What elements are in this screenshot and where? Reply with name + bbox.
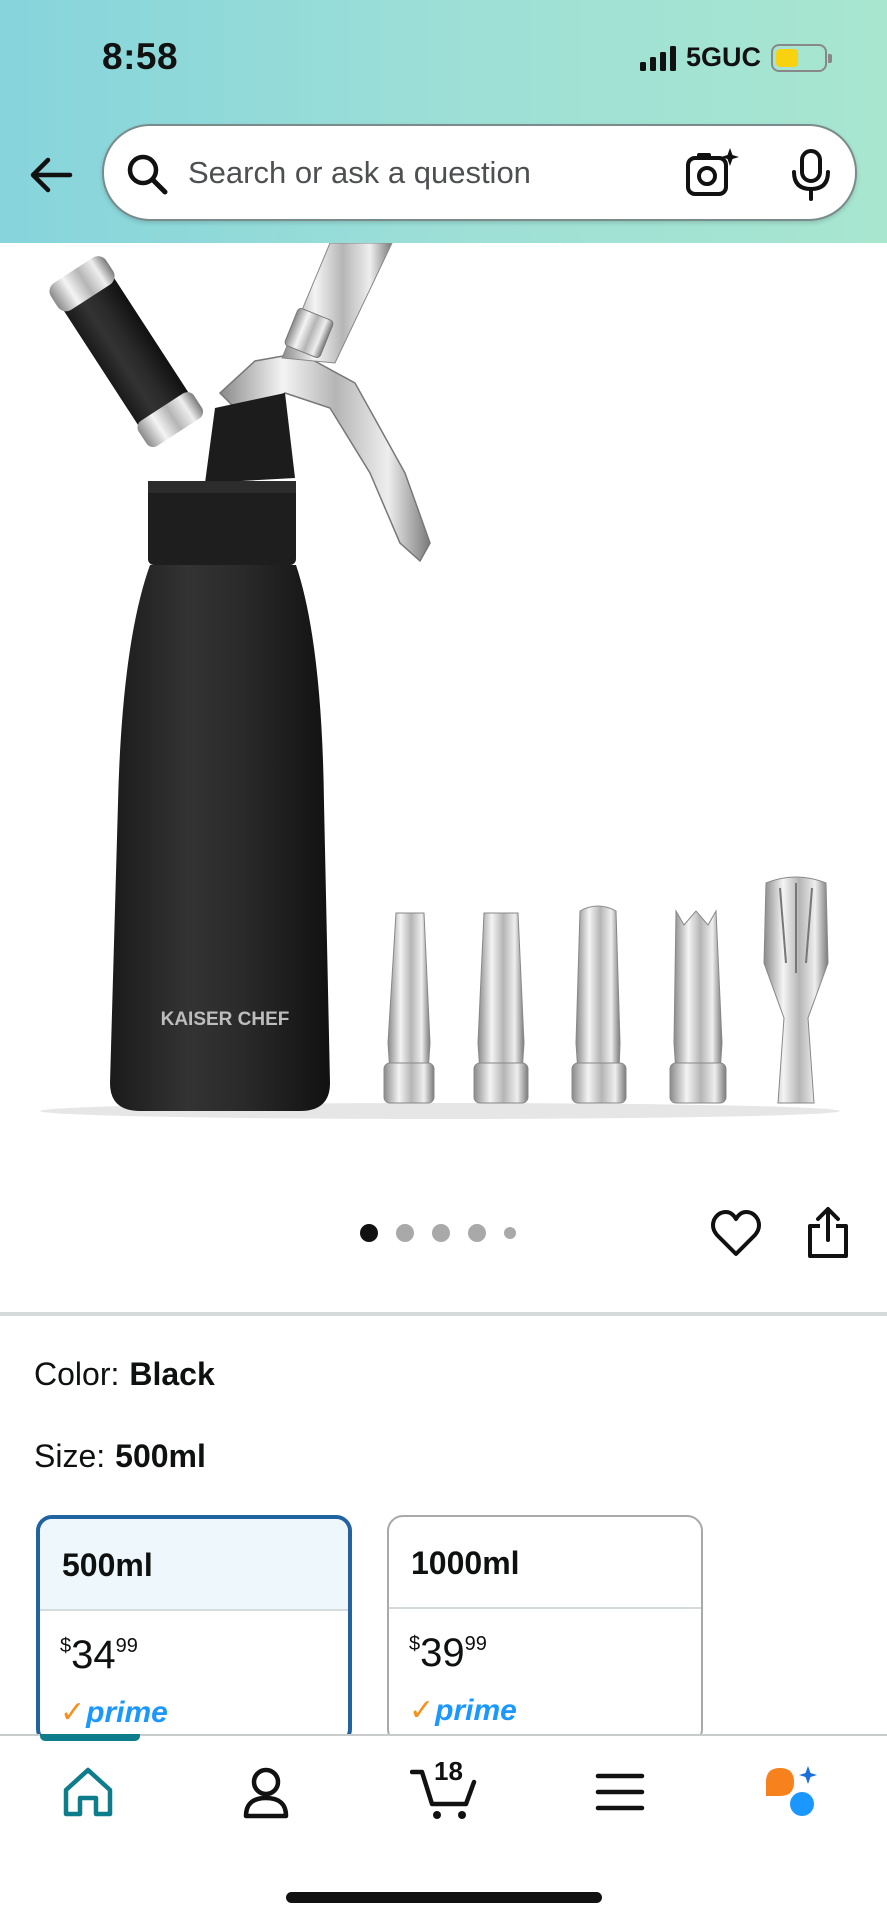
arrow-left-icon[interactable] — [26, 150, 76, 200]
rufus-chat-icon[interactable] — [762, 1762, 822, 1822]
camera-sparkle-icon[interactable] — [684, 146, 740, 202]
size-option-price: $3499 — [60, 1633, 138, 1677]
size-option-price: $3999 — [409, 1631, 487, 1675]
size-selection: Size: 500ml — [34, 1438, 206, 1475]
image-carousel-indicator[interactable] — [360, 1224, 516, 1242]
product-image: KAISER CHEF — [40, 243, 840, 1119]
section-divider — [0, 1312, 887, 1316]
signal-icon — [639, 45, 676, 71]
battery-icon — [771, 43, 832, 72]
home-icon[interactable] — [58, 1762, 118, 1822]
carousel-dot[interactable] — [432, 1224, 450, 1242]
status-indicators: 5GUC — [639, 42, 832, 73]
search-icon — [127, 154, 168, 195]
person-icon[interactable] — [236, 1762, 296, 1822]
color-label: Color: — [34, 1356, 120, 1392]
home-indicator — [286, 1892, 602, 1903]
size-option-name: 1000ml — [389, 1517, 701, 1609]
carousel-dot[interactable] — [468, 1224, 486, 1242]
color-selection: Color: Black — [34, 1356, 215, 1393]
size-option-name: 500ml — [40, 1519, 348, 1611]
carousel-dot[interactable] — [360, 1224, 378, 1242]
brand-text: KAISER CHEF — [161, 1009, 290, 1030]
product-image-gallery[interactable]: KAISER CHEF — [0, 243, 887, 1163]
search-input[interactable]: Search or ask a question — [188, 155, 531, 191]
color-value: Black — [129, 1356, 215, 1392]
size-value: 500ml — [115, 1438, 206, 1474]
status-time: 8:58 — [102, 36, 179, 77]
size-option-1000ml[interactable]: 1000ml $3999 ✓prime — [387, 1515, 703, 1745]
network-type: 5GUC — [685, 42, 761, 72]
carousel-dot[interactable] — [396, 1224, 414, 1242]
active-tab-indicator — [40, 1734, 140, 1741]
microphone-icon[interactable] — [788, 148, 834, 202]
carousel-dot[interactable] — [504, 1227, 516, 1239]
size-label: Size: — [34, 1438, 106, 1474]
size-option-500ml[interactable]: 500ml $3499 ✓prime — [36, 1515, 352, 1745]
menu-icon[interactable] — [590, 1762, 650, 1822]
cart-count-badge: 18 — [434, 1756, 463, 1786]
prime-badge: ✓prime — [60, 1696, 168, 1729]
share-icon[interactable] — [804, 1206, 852, 1260]
prime-badge: ✓prime — [409, 1694, 517, 1727]
heart-icon[interactable] — [710, 1208, 762, 1260]
search-bar[interactable]: Search or ask a question — [102, 124, 857, 221]
app-header: 8:58 5GUC Search or ask a question — [0, 0, 887, 243]
